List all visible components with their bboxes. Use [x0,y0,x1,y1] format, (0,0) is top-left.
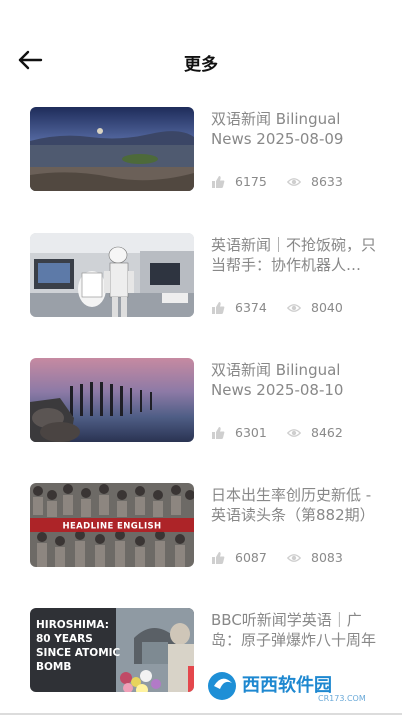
top-bar: 更多 [0,38,402,82]
like-count: 6374 [211,300,267,315]
view-count: 8040 [287,300,343,315]
like-count: 6087 [211,550,267,565]
news-thumbnail: HEADLINE ENGLISH [30,483,194,567]
like-count: 6175 [211,174,267,189]
eye-icon [287,303,301,312]
thumbnail-caption: HEADLINE ENGLISH [62,522,161,532]
news-title: BBC听新闻学英语｜广岛：原子弹爆炸八十周年 [211,611,376,649]
view-count: 8083 [287,550,343,565]
svg-text:HIROSHIMA:: HIROSHIMA: [36,619,109,631]
watermark-logo-icon [208,672,236,700]
watermark-subtext: CR173.COM [318,694,366,703]
view-count: 8633 [287,174,343,189]
site-watermark[interactable]: 西西软件园 CR173.COM [202,667,382,705]
eye-icon [287,428,301,437]
news-thumbnail [30,358,194,442]
news-stats: 6301 8462 [211,425,381,441]
svg-text:BOMB: BOMB [36,661,71,673]
like-count: 6301 [211,425,267,440]
news-stats: 6175 8633 [211,174,381,190]
news-title: 日本出生率创历史新低 - 英语读头条（第882期） [211,486,375,524]
news-item[interactable]: 英语新闻｜不抢饭碗，只当帮手：协作机器人走进工厂 6374 8040 [30,233,380,317]
news-title: 双语新闻 Bilingual News 2025-08-10 [211,361,344,399]
news-title: 英语新闻｜不抢饭碗，只当帮手：协作机器人走进工厂 [211,236,376,274]
thumbs-up-icon [212,301,225,314]
eye-icon [287,553,301,562]
news-thumbnail [30,107,194,191]
news-thumbnail [30,233,194,317]
eye-icon [287,177,301,186]
svg-text:80 YEARS: 80 YEARS [36,633,93,645]
news-stats: 6087 8083 [211,550,381,566]
news-item[interactable]: 双语新闻 Bilingual News 2025-08-10 6301 8462 [30,358,380,442]
page-title: 更多 [184,55,218,75]
thumbs-up-icon [212,175,225,188]
news-stats: 6374 8040 [211,300,381,316]
thumbs-up-icon [212,426,225,439]
news-title: 双语新闻 Bilingual News 2025-08-09 [211,110,344,148]
watermark-text: 西西软件园 [242,674,332,696]
view-count: 8462 [287,425,343,440]
news-thumbnail: HIROSHIMA: 80 YEARS SINCE ATOMIC BOMB [30,608,194,692]
svg-text:SINCE ATOMIC: SINCE ATOMIC [36,647,121,659]
thumbs-up-icon [212,551,225,564]
news-item[interactable]: 双语新闻 Bilingual News 2025-08-09 6175 8633 [30,107,380,191]
news-item[interactable]: HEADLINE ENGLISH 日本出生率创历史新低 - 英语读头条（第882… [30,483,380,567]
